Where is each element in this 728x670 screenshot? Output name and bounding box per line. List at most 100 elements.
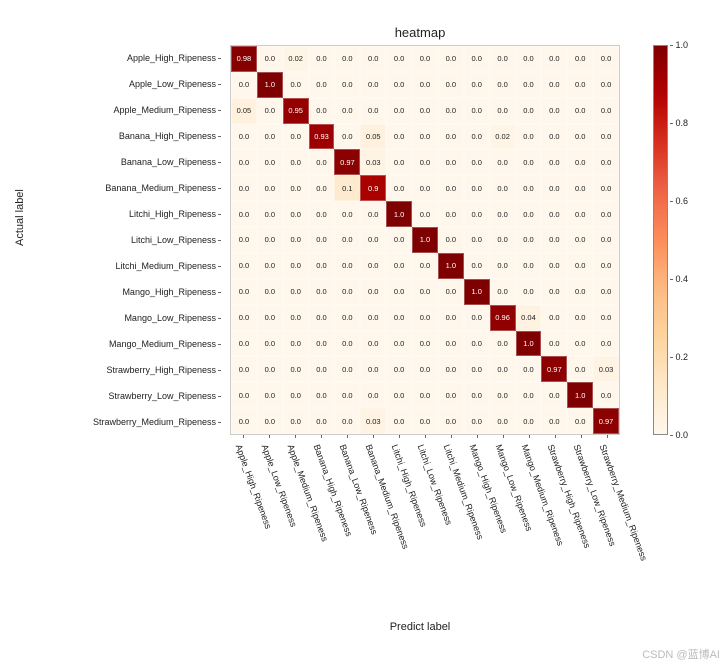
heatmap-cell: 0.0 — [386, 356, 412, 382]
heatmap-cell: 0.0 — [490, 201, 516, 227]
heatmap-cell: 0.0 — [567, 98, 593, 124]
heatmap-cell: 0.0 — [541, 279, 567, 305]
heatmap-cell: 0.03 — [593, 356, 619, 382]
heatmap-cell: 0.0 — [231, 305, 257, 331]
heatmap-cell: 0.0 — [231, 124, 257, 150]
heatmap-cell: 0.0 — [593, 124, 619, 150]
heatmap-cell: 0.0 — [567, 227, 593, 253]
heatmap-cell: 1.0 — [464, 279, 490, 305]
heatmap-cell: 0.0 — [257, 46, 283, 72]
heatmap-cell: 0.0 — [567, 408, 593, 434]
heatmap-cell: 0.0 — [360, 98, 386, 124]
colorbar-tick: 0.6 — [675, 196, 688, 206]
heatmap-cell: 0.0 — [309, 382, 335, 408]
heatmap-cell: 0.0 — [516, 227, 542, 253]
heatmap-cell: 0.0 — [438, 175, 464, 201]
heatmap-cell: 0.0 — [567, 175, 593, 201]
heatmap-cell: 0.0 — [309, 227, 335, 253]
heatmap-cell: 0.97 — [541, 356, 567, 382]
heatmap-cell: 0.0 — [490, 279, 516, 305]
colorbar-tick: 0.8 — [675, 118, 688, 128]
y-tick: Mango_Medium_Ripeness — [30, 331, 225, 357]
heatmap-cell: 0.0 — [412, 201, 438, 227]
y-tick: Apple_High_Ripeness — [30, 45, 225, 71]
y-tick: Strawberry_Medium_Ripeness — [30, 409, 225, 435]
heatmap-cell: 0.0 — [386, 124, 412, 150]
heatmap-cell: 0.0 — [464, 124, 490, 150]
heatmap-cell: 0.0 — [360, 382, 386, 408]
y-tick-labels: Apple_High_RipenessApple_Low_RipenessApp… — [30, 45, 225, 435]
heatmap-cell: 0.0 — [334, 98, 360, 124]
heatmap-cell: 0.0 — [257, 253, 283, 279]
watermark-text: CSDN @蓝博AI — [642, 646, 720, 662]
x-tick: Mango_High_Ripeness — [464, 435, 490, 610]
heatmap-cell: 0.0 — [412, 124, 438, 150]
heatmap-cell: 0.0 — [516, 149, 542, 175]
heatmap-cell: 0.0 — [593, 149, 619, 175]
heatmap-cell: 0.0 — [231, 408, 257, 434]
heatmap-cell: 0.96 — [490, 305, 516, 331]
heatmap-cell: 1.0 — [386, 201, 412, 227]
heatmap-cell: 0.0 — [541, 149, 567, 175]
heatmap-cell: 0.04 — [516, 305, 542, 331]
heatmap-cell: 0.0 — [412, 253, 438, 279]
heatmap-cell: 0.0 — [360, 279, 386, 305]
heatmap-cell: 0.0 — [257, 149, 283, 175]
heatmap-cell: 0.0 — [464, 175, 490, 201]
heatmap-cell: 0.0 — [541, 227, 567, 253]
heatmap-cell: 0.0 — [438, 72, 464, 98]
heatmap-cell: 0.0 — [438, 149, 464, 175]
heatmap-cell: 0.0 — [464, 149, 490, 175]
x-tick: Apple_High_Ripeness — [230, 435, 256, 610]
heatmap-cell: 0.0 — [334, 227, 360, 253]
heatmap-cell: 0.05 — [231, 98, 257, 124]
heatmap-cell: 0.0 — [412, 331, 438, 357]
heatmap-cell: 0.0 — [490, 382, 516, 408]
y-tick: Apple_Low_Ripeness — [30, 71, 225, 97]
heatmap-cell: 0.0 — [593, 201, 619, 227]
y-tick: Strawberry_High_Ripeness — [30, 357, 225, 383]
y-tick: Litchi_High_Ripeness — [30, 201, 225, 227]
heatmap-cell: 0.0 — [593, 253, 619, 279]
y-tick: Mango_High_Ripeness — [30, 279, 225, 305]
heatmap-cell: 0.0 — [490, 149, 516, 175]
heatmap-cell: 0.0 — [567, 253, 593, 279]
heatmap-chart: heatmap Actual label Predict label Apple… — [30, 15, 690, 635]
heatmap-cell: 0.0 — [438, 305, 464, 331]
x-tick: Banana_High_Ripeness — [308, 435, 334, 610]
y-tick: Strawberry_Low_Ripeness — [30, 383, 225, 409]
heatmap-cell: 0.0 — [464, 305, 490, 331]
heatmap-cell: 0.0 — [516, 408, 542, 434]
heatmap-cell: 0.0 — [516, 382, 542, 408]
heatmap-cell: 0.0 — [334, 46, 360, 72]
heatmap-cell: 0.0 — [593, 331, 619, 357]
y-tick: Apple_Medium_Ripeness — [30, 97, 225, 123]
heatmap-cell: 0.0 — [334, 279, 360, 305]
heatmap-cell: 0.0 — [516, 46, 542, 72]
heatmap-cell: 0.0 — [257, 331, 283, 357]
heatmap-cell: 0.0 — [516, 72, 542, 98]
heatmap-cell: 0.0 — [283, 149, 309, 175]
heatmap-cell: 0.0 — [490, 227, 516, 253]
heatmap-cell: 0.0 — [541, 305, 567, 331]
heatmap-cell: 0.0 — [541, 46, 567, 72]
colorbar-ticks: 0.00.20.40.60.81.0 — [670, 45, 688, 435]
x-axis-label: Predict label — [230, 621, 610, 633]
heatmap-cell: 0.0 — [412, 305, 438, 331]
heatmap-cell: 0.97 — [334, 149, 360, 175]
heatmap-cell: 0.0 — [309, 149, 335, 175]
heatmap-cell: 0.0 — [309, 279, 335, 305]
heatmap-cell: 0.0 — [541, 98, 567, 124]
heatmap-cell: 0.0 — [464, 201, 490, 227]
heatmap-cell: 0.95 — [283, 98, 309, 124]
heatmap-cell: 0.0 — [412, 149, 438, 175]
heatmap-cell: 0.0 — [231, 175, 257, 201]
heatmap-cell: 0.0 — [231, 253, 257, 279]
heatmap-cell: 0.0 — [567, 356, 593, 382]
heatmap-cell: 0.0 — [412, 46, 438, 72]
heatmap-cell: 0.0 — [541, 124, 567, 150]
heatmap-cell: 0.0 — [438, 356, 464, 382]
heatmap-cell: 0.0 — [360, 72, 386, 98]
heatmap-cell: 0.97 — [593, 408, 619, 434]
heatmap-cell: 0.0 — [412, 98, 438, 124]
